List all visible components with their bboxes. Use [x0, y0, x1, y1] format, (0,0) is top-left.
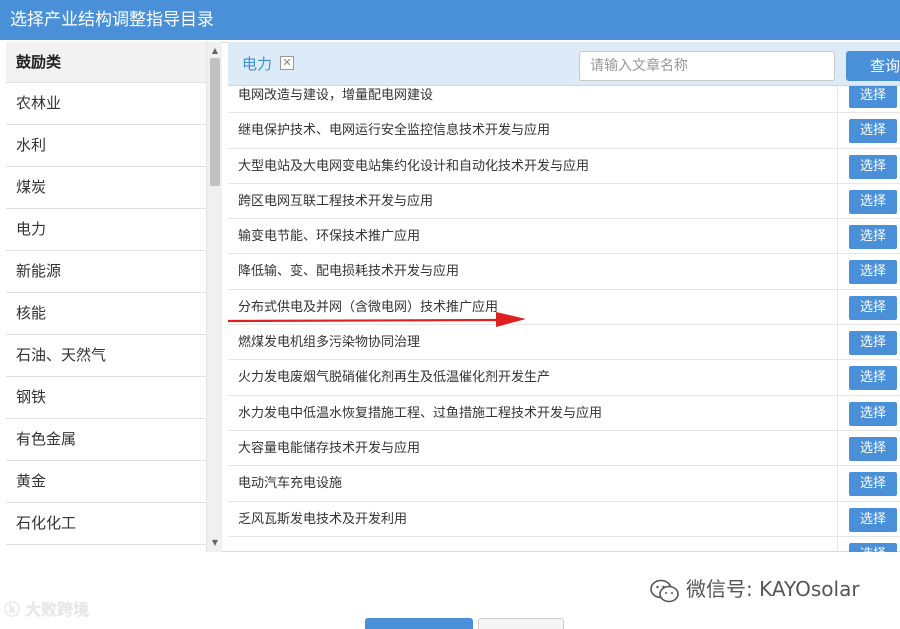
sidebar-item[interactable]: 核能 [6, 293, 206, 335]
sidebar-item[interactable]: 新能源 [6, 251, 206, 293]
list-item-title: 电动汽车充电设施 [238, 476, 343, 492]
sidebar-item[interactable]: 电力 [6, 209, 206, 251]
cancel-button[interactable] [478, 618, 564, 629]
list-item-title: 乏风瓦斯发电技术及开发利用 [238, 511, 408, 527]
sidebar-item[interactable]: 钢铁 [6, 377, 206, 419]
main-panel: 电网改造与建设，增量配电网建设 选择 继电保护技术、电网运行安全监控信息技术开发与应… [228, 42, 900, 552]
select-button[interactable]: 选择 [849, 295, 897, 320]
select-button[interactable]: 选择 [849, 436, 897, 461]
list-item-title: 输变电节能、环保技术推广应用 [238, 229, 421, 245]
list-item-title: 火力发电废烟气脱硝催化剂再生及低温催化剂开发生产 [238, 370, 551, 386]
select-button[interactable]: 选择 [849, 84, 897, 108]
select-button[interactable]: 选择 [849, 507, 897, 532]
list-item-title: 继电保护技术、电网运行安全监控信息技术开发与应用 [238, 123, 551, 139]
select-button[interactable]: 选择 [849, 260, 897, 285]
column-divider [837, 148, 838, 183]
list-item: 输变电节能、环保技术推广应用 选择 [228, 219, 900, 255]
list-item: 跨区电网互联工程技术开发与应用 选择 [228, 183, 900, 220]
column-divider [837, 113, 838, 148]
column-divider [837, 219, 838, 254]
wechat-icon [650, 579, 679, 602]
search-input[interactable] [579, 51, 835, 81]
sidebar-item[interactable]: 农林业 [6, 83, 206, 125]
sidebar-item[interactable]: 黄金 [6, 461, 206, 503]
select-button[interactable]: 选择 [849, 189, 897, 214]
scrollbar-thumb[interactable] [210, 58, 220, 186]
wechat-id-text: 微信号: KAYOsolar [686, 577, 860, 601]
close-icon[interactable]: ✕ [280, 56, 294, 70]
list-item: 电动汽车充电设施 选择 [228, 466, 900, 502]
column-divider [837, 395, 838, 430]
filter-toolbar: 电力 ✕ 查询 [228, 42, 900, 86]
select-button[interactable]: 选择 [849, 401, 897, 426]
column-divider [837, 289, 838, 325]
list-item: 大容量电能储存技术开发与应用 选择 [228, 430, 900, 467]
list-item: 继电保护技术、电网运行安全监控信息技术开发与应用 选择 [228, 113, 900, 149]
select-button[interactable]: 选择 [849, 225, 897, 250]
list-item-title: 跨区电网互联工程技术开发与应用 [238, 193, 434, 209]
scroll-down-arrow-icon[interactable]: ▼ [207, 536, 223, 550]
category-sidebar: 鼓励类 农林业 水利 煤炭 电力 新能源 核能 石油、天然气 钢铁 有色金属 黄金 石化化工 [6, 42, 206, 552]
column-divider [837, 430, 838, 466]
corner-watermark-text: 大败跨境 [25, 600, 90, 619]
column-divider [837, 183, 838, 219]
list-item-title: 水力发电中低温水恢复措施工程、过鱼措施工程技术开发与应用 [238, 405, 603, 421]
sidebar-item[interactable]: 石油、天然气 [6, 335, 206, 377]
select-button[interactable]: 选择 [849, 472, 897, 497]
list-item: 大型电站及大电网变电站集约化设计和自动化技术开发与应用 选择 [228, 148, 900, 184]
window-title: 选择产业结构调整指导目录 [0, 0, 900, 40]
wechat-watermark: 微信号: KAYOsolar [650, 574, 860, 604]
filter-tag-label: 电力 [242, 55, 273, 73]
column-divider [837, 466, 838, 501]
list-item: 水力发电中低温水恢复措施工程、过鱼措施工程技术开发与应用 选择 [228, 395, 900, 431]
select-button[interactable]: 选择 [849, 154, 897, 179]
list-item: 选择 [228, 536, 900, 552]
sidebar-item[interactable]: 有色金属 [6, 419, 206, 461]
list-item-title: 降低输、变、配电损耗技术开发与应用 [238, 264, 460, 280]
corner-logo-icon: ⓚ [4, 600, 26, 619]
sidebar-header[interactable]: 鼓励类 [6, 42, 206, 83]
list-item-title: 大型电站及大电网变电站集约化设计和自动化技术开发与应用 [238, 158, 590, 174]
query-button[interactable]: 查询 [846, 51, 900, 81]
sidebar-item[interactable]: 石化化工 [6, 503, 206, 545]
select-button[interactable]: 选择 [849, 366, 897, 391]
sidebar-item[interactable]: 水利 [6, 125, 206, 167]
confirm-button[interactable] [365, 618, 473, 629]
list-item: 降低输、变、配电损耗技术开发与应用 选择 [228, 254, 900, 290]
column-divider [837, 536, 838, 552]
column-divider [837, 501, 838, 536]
list-item: 乏风瓦斯发电技术及开发利用 选择 [228, 501, 900, 537]
select-button[interactable]: 选择 [849, 119, 897, 144]
scroll-up-arrow-icon[interactable]: ▲ [207, 44, 223, 58]
select-button[interactable]: 选择 [849, 331, 897, 356]
column-divider [837, 325, 838, 360]
select-button[interactable]: 选择 [849, 542, 897, 552]
sidebar-scrollbar[interactable]: ▲ ▼ [206, 42, 222, 552]
red-arrow-annotation [228, 312, 526, 327]
column-divider [837, 254, 838, 289]
list-item: 火力发电废烟气脱硝催化剂再生及低温催化剂开发生产 选择 [228, 360, 900, 396]
sidebar-item[interactable]: 煤炭 [6, 167, 206, 209]
list-item-title: 大容量电能储存技术开发与应用 [238, 440, 421, 456]
column-divider [837, 360, 838, 395]
corner-watermark: ⓚ 大败跨境 [4, 598, 89, 622]
